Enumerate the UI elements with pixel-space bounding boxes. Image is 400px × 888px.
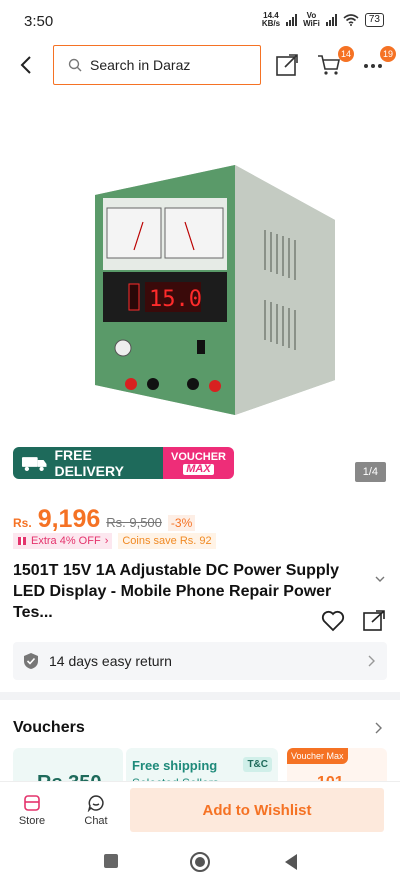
- chevron-right-icon: [368, 655, 375, 667]
- section-divider: [0, 692, 400, 700]
- extra-off-tag[interactable]: Extra 4% OFF ›: [13, 533, 113, 549]
- wishlist-heart-icon[interactable]: [321, 610, 345, 632]
- chevron-down-icon[interactable]: [374, 573, 386, 585]
- vouchers-heading: Vouchers: [13, 719, 85, 736]
- wifi-icon: [343, 14, 359, 26]
- cart-badge: 14: [338, 46, 355, 62]
- cart-button[interactable]: 14: [316, 46, 355, 78]
- add-to-wishlist-button[interactable]: Add to Wishlist: [130, 788, 384, 832]
- chevron-right-icon: ›: [104, 535, 109, 547]
- top-bar: Search in Daraz 14 19: [0, 42, 400, 88]
- voucher-title: Free shipping: [132, 758, 218, 773]
- coupon-icon: [18, 537, 26, 545]
- promo-tags: Extra 4% OFF › Coins save Rs. 92: [13, 533, 216, 549]
- back-icon[interactable]: [14, 52, 40, 78]
- old-price: Rs. 9,500: [106, 515, 162, 530]
- coins-tag: Coins save Rs. 92: [118, 533, 216, 549]
- search-placeholder: Search in Daraz: [90, 57, 191, 73]
- status-icons: 14.4 KB/s Vo WiFi 73: [262, 12, 384, 28]
- signal-icon: [286, 14, 298, 26]
- easy-return-label: 14 days easy return: [49, 653, 172, 669]
- discount-badge: -3%: [167, 515, 196, 531]
- share-icon[interactable]: [362, 609, 386, 633]
- price-row: Rs. 9,196 Rs. 9,500 -3%: [13, 505, 196, 534]
- delivery-truck-icon: [21, 457, 47, 472]
- store-button[interactable]: Store: [12, 794, 52, 827]
- tc-badge[interactable]: T&C: [243, 757, 272, 772]
- shield-icon: [24, 653, 38, 669]
- free-delivery-label: FREE DELIVERY: [13, 447, 163, 479]
- status-bar: 3:50 14.4 KB/s Vo WiFi 73: [0, 0, 400, 42]
- price: 9,196: [37, 505, 101, 533]
- back-nav-icon[interactable]: [283, 853, 299, 871]
- search-icon: [68, 58, 82, 72]
- system-nav-bar: [0, 839, 400, 888]
- vowifi-label: Vo WiFi: [303, 11, 320, 28]
- product-title: 1501T 15V 1A Adjustable DC Power Supply …: [13, 562, 340, 621]
- chat-button[interactable]: Chat: [76, 794, 116, 827]
- more-button[interactable]: 19: [362, 46, 397, 78]
- product-image[interactable]: 15.0: [85, 160, 335, 425]
- easy-return-row[interactable]: 14 days easy return: [13, 642, 387, 680]
- battery-icon: 73: [364, 13, 384, 27]
- status-time: 3:50: [24, 13, 54, 30]
- voucher-max-badge: Voucher Max: [287, 748, 348, 764]
- recents-icon[interactable]: [103, 853, 119, 869]
- net-speed: 14.4 KB/s: [261, 11, 281, 28]
- store-icon: [24, 795, 40, 811]
- svg-text:15.0: 15.0: [149, 287, 202, 312]
- home-icon[interactable]: [189, 851, 211, 873]
- free-delivery-banner: FREE DELIVERY VOUCHER MAX: [13, 447, 234, 479]
- currency: Rs.: [13, 516, 32, 530]
- bottom-action-bar: Store Chat Add to Wishlist: [0, 781, 400, 839]
- share-top-icon[interactable]: [274, 52, 300, 78]
- chevron-right-icon[interactable]: [374, 722, 382, 734]
- signal-2-icon: [325, 14, 337, 26]
- image-pager: 1/4: [354, 462, 386, 482]
- more-badge: 19: [380, 46, 397, 62]
- voucher-max-badge: VOUCHER MAX: [163, 447, 234, 479]
- search-input[interactable]: Search in Daraz: [53, 45, 261, 85]
- chat-icon: [87, 795, 104, 812]
